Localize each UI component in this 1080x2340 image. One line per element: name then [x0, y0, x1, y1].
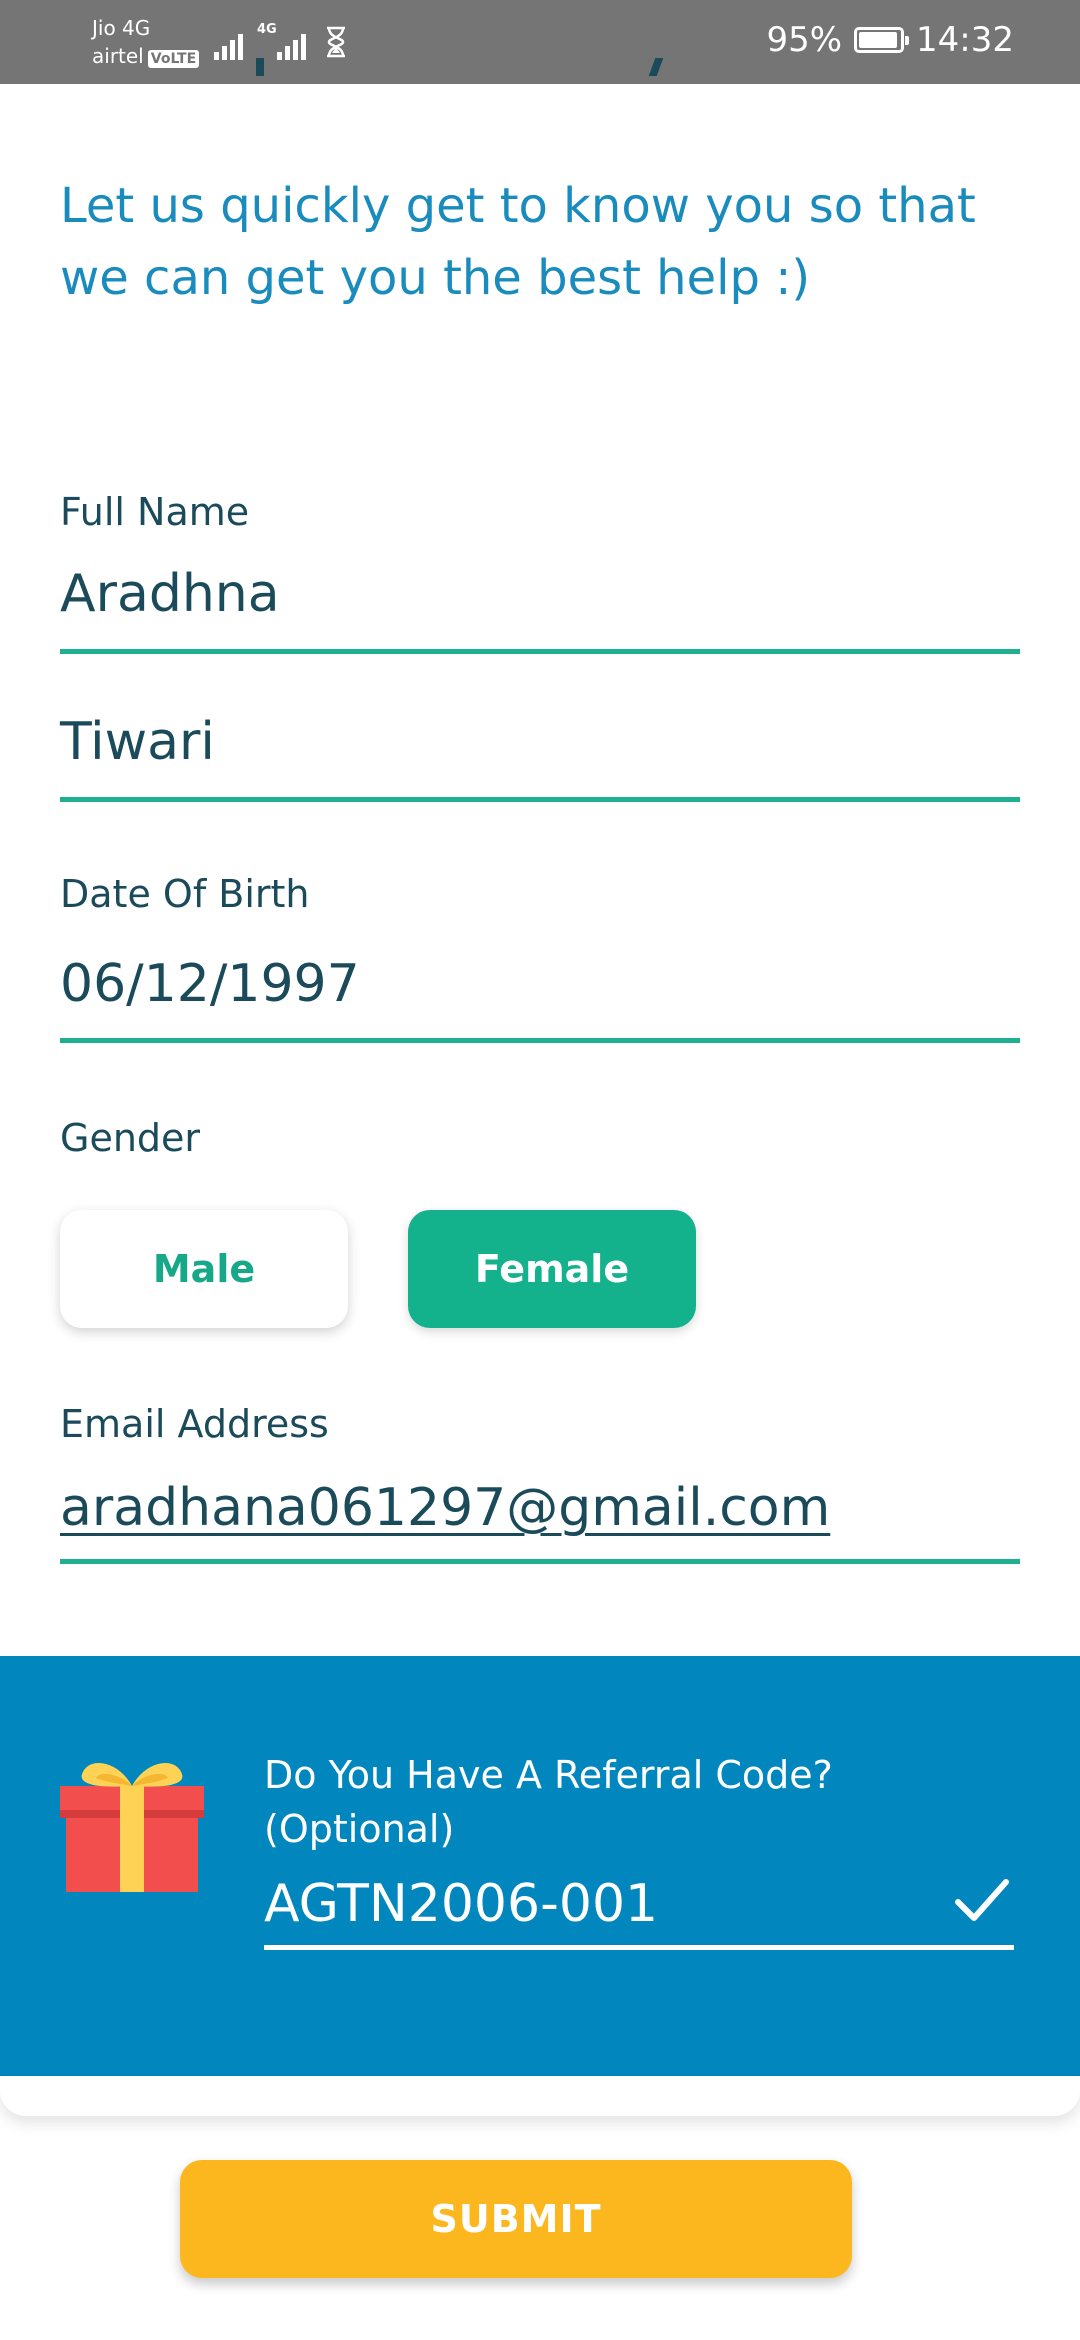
clock: 14:32	[916, 20, 1014, 60]
hourglass-icon	[327, 26, 345, 58]
battery-icon	[854, 27, 910, 53]
signal-4g-icon: 4G	[257, 22, 306, 60]
gender-label: Gender	[60, 1116, 201, 1160]
dob-value: 06/12/1997	[60, 954, 360, 1014]
email-value: aradhana061297@gmail.com	[60, 1478, 831, 1538]
full-name-label: Full Name	[60, 490, 250, 534]
signal-icons: 4G	[214, 22, 306, 60]
check-icon	[955, 1879, 1009, 1921]
intro-text: Let us quickly get to know you so that w…	[60, 178, 976, 306]
last-name-value: Tiwari	[60, 712, 215, 772]
battery-percent: 95%	[766, 20, 843, 60]
email-label: Email Address	[60, 1402, 329, 1446]
form-card-bottom-edge	[0, 2076, 1080, 2116]
dob-field[interactable]: 06/12/1997	[60, 954, 1020, 1043]
submit-button[interactable]: SUBMIT	[180, 2160, 852, 2278]
referral-code-field[interactable]: AGTN2006-001	[264, 1866, 1014, 1950]
email-field[interactable]: aradhana061297@gmail.com	[60, 1478, 1020, 1564]
network-tag: 4G	[257, 22, 277, 37]
first-name-value: Aradhna	[60, 564, 280, 624]
carrier-jio: Jio 4G	[92, 16, 151, 40]
referral-code-value: AGTN2006-001	[264, 1874, 659, 1934]
referral-section: Do You Have A Referral Code? (Optional) …	[0, 1656, 1080, 2076]
gift-icon	[60, 1762, 204, 1892]
status-right: 95% 14:32	[766, 20, 1014, 60]
dob-label: Date Of Birth	[60, 872, 310, 916]
first-name-field[interactable]: Aradhna	[60, 564, 1020, 654]
referral-question: Do You Have A Referral Code? (Optional)	[264, 1753, 833, 1851]
scrolled-title-fragment	[60, 58, 700, 104]
last-name-field[interactable]: Tiwari	[60, 712, 1020, 802]
gender-male-button[interactable]: Male	[60, 1210, 348, 1328]
signal-icon	[214, 28, 243, 60]
gender-female-button[interactable]: Female	[408, 1210, 696, 1328]
